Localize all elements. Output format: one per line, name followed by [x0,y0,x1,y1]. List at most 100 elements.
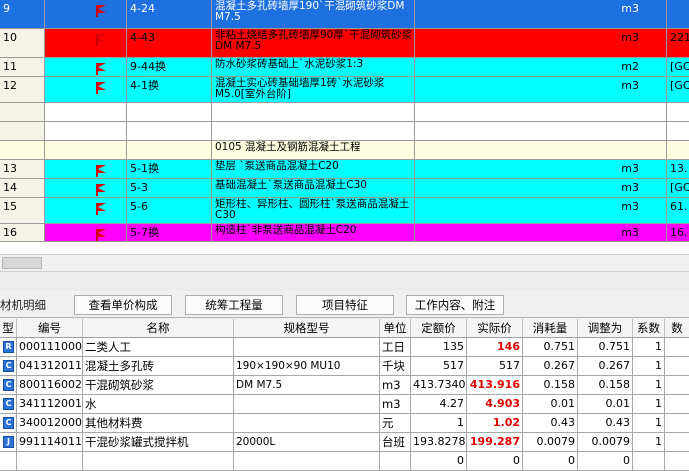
material-row[interactable]: 0000 [0,452,689,471]
material-type-icon: C [3,398,14,410]
row-index [0,122,45,140]
material-unit: m3 [380,376,411,394]
material-type: J [0,433,17,451]
item-name: 0105 混凝土及钢筋混凝土工程 [212,141,415,159]
row-index: 15 [0,198,45,223]
col-quantity[interactable]: 数 [665,319,689,337]
col-type[interactable]: 型 [0,319,17,337]
item-unit: m3 [415,179,667,197]
material-detail-grid[interactable]: 型 编号 名称 规格型号 单位 定额价 实际价 消耗量 调整为 系数 数 R 00… [0,319,689,471]
horizontal-scrollbar[interactable] [0,254,689,271]
quota-row[interactable] [0,103,689,122]
flag-cell [45,0,127,28]
item-code: 4-24 [127,0,212,28]
item-extra: 16. [667,224,689,241]
pane-splitter[interactable] [0,271,689,291]
material-row[interactable]: C 8001160025 干混砌筑砂浆 DM M7.5 m3 413.7340 413.91… [0,376,689,395]
quantity [665,338,689,356]
col-adjusted[interactable]: 调整为 [578,319,633,337]
quantity [665,395,689,413]
item-code [127,103,212,121]
col-consumption[interactable]: 消耗量 [523,319,578,337]
item-code [127,122,212,140]
scrollbar-thumb[interactable] [2,257,42,269]
col-spec[interactable]: 规格型号 [234,319,380,337]
item-unit: m2 [415,58,667,76]
item-extra: 13. [667,160,689,178]
flag-cell [45,141,127,159]
quota-row[interactable]: 10 4-43 非粘土烧结多孔砖墙厚90厚`干混砌筑砂浆DM M7.5 m3 221 [0,29,689,58]
flag-cell [45,198,127,223]
quota-row[interactable] [0,122,689,141]
material-unit: 工日 [380,338,411,356]
consumption: 0.267 [523,357,578,375]
material-spec [234,395,380,413]
work-content-button[interactable]: 工作内容、附注 [406,295,504,315]
consumption: 0.0079 [523,433,578,451]
material-spec [234,414,380,432]
col-quota-price[interactable]: 定额价 [411,319,467,337]
material-type-icon: J [3,436,14,448]
consumption: 0.43 [523,414,578,432]
material-type: C [0,395,17,413]
item-name: 垫层 `泵送商品混凝土C20 [212,160,415,178]
row-index: 16 [0,224,45,241]
view-unit-price-button[interactable]: 查看单价构成 [74,295,172,315]
material-type: R [0,338,17,356]
consumption: 0.158 [523,376,578,394]
quota-row[interactable]: 13 5-1换 垫层 `泵送商品混凝土C20 m3 13. [0,160,689,179]
item-name: 防水砂浆砖基础上`水泥砂浆1:3 [212,58,415,76]
row-index [0,103,45,121]
item-code: 5-3 [127,179,212,197]
project-feature-button[interactable]: 项目特征 [296,295,394,315]
material-row[interactable]: C 3411120015 水 m3 4.27 4.903 0.01 0.01 1 [0,395,689,414]
material-row[interactable]: R 0001110003 二类人工 工日 135 146 0.751 0.751 1 [0,338,689,357]
material-row[interactable]: C 3400120001 其他材料费元 1 1.02 0.43 0.43 1 [0,414,689,433]
actual-price: 1.02 [467,414,523,432]
actual-price: 4.903 [467,395,523,413]
material-code: 9911140117 [17,433,83,451]
item-unit [415,122,667,140]
item-extra: [GC [667,58,689,76]
material-name: 水 [83,395,234,413]
material-name [83,452,234,470]
red-flag-icon [95,63,109,75]
item-extra [667,0,689,28]
material-type [0,452,17,470]
quota-price: 193.8278 [411,433,467,451]
flag-cell [45,29,127,57]
quota-row[interactable]: 16 5-7换 构造柱`非泵送商品混凝土C20 m3 16. [0,224,689,242]
consumption: 0 [523,452,578,470]
quota-row[interactable]: 14 5-3 基础混凝土`泵送商品混凝土C30 m3 [GC [0,179,689,198]
material-row[interactable]: C 0413120113 混凝土多孔砖 190×190×90 MU10 千块 517 517… [0,357,689,376]
actual-price: 199.287 [467,433,523,451]
red-flag-icon [95,203,109,215]
col-code[interactable]: 编号 [17,319,83,337]
flag-cell [45,179,127,197]
material-row[interactable]: J 9911140117 干混砂浆罐式搅拌机 20000L 台班 193.8278 199.… [0,433,689,452]
col-coefficient[interactable]: 系数 [633,319,665,337]
item-unit: m3 [415,77,667,102]
col-actual-price[interactable]: 实际价 [467,319,523,337]
quantity [665,433,689,451]
tab-material-detail[interactable]: 材机明细 [0,297,46,313]
item-name [212,103,415,121]
quota-row[interactable]: 0105 混凝土及钢筋混凝土工程 [0,141,689,160]
overall-quantity-button[interactable]: 统筹工程量 [185,295,283,315]
material-code: 8001160025 [17,376,83,394]
item-name: 非粘土烧结多孔砖墙厚90厚`干混砌筑砂浆DM M7.5 [212,29,415,57]
quota-row[interactable]: 12 4-1换 混凝土实心砖基础墙厚1砖`水泥砂浆M5.0[室外台阶] m3 [GC [0,77,689,103]
quota-row[interactable]: 11 9-44换 防水砂浆砖基础上`水泥砂浆1:3 m2 [GC [0,58,689,77]
actual-price: 413.916 [467,376,523,394]
coefficient: 1 [633,338,665,356]
material-name: 二类人工 [83,338,234,356]
material-type: C [0,376,17,394]
quota-row[interactable]: 15 5-6 矩形柱、异形柱、圆形柱`泵送商品混凝土C30 m3 61. [0,198,689,224]
col-unit[interactable]: 单位 [380,319,411,337]
item-extra: 221 [667,29,689,57]
quota-items-grid[interactable]: 9 4-24 混凝土多孔砖墙厚190`干混砌筑砂浆DM M7.5 m3 10 4-43 非粘… [0,0,689,254]
quota-row[interactable]: 9 4-24 混凝土多孔砖墙厚190`干混砌筑砂浆DM M7.5 m3 [0,0,689,29]
material-unit [380,452,411,470]
col-name[interactable]: 名称 [83,319,234,337]
red-flag-icon [95,34,109,46]
